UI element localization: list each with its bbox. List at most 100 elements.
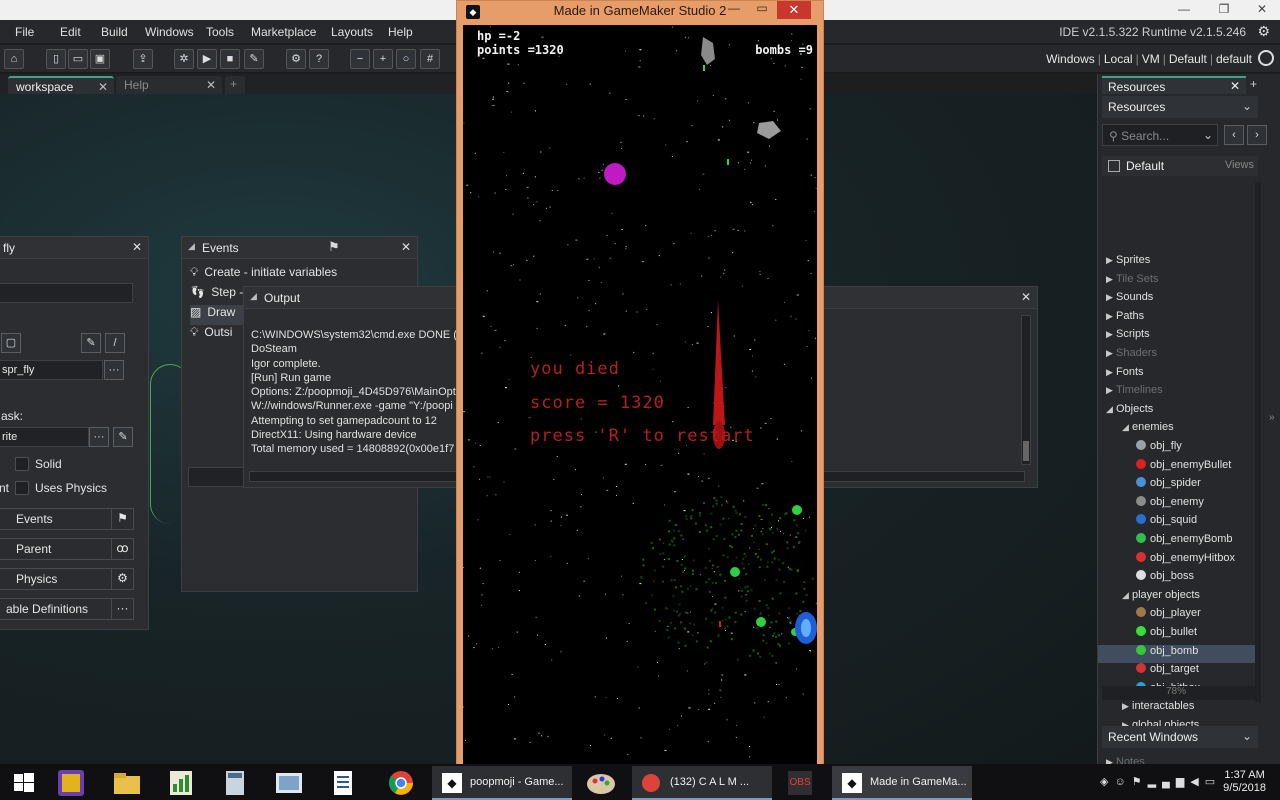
expand-arrow-icon[interactable]: ▶ [1106, 292, 1116, 303]
sprite-edit-icon[interactable]: ▢ [1, 333, 21, 353]
recent-windows-dropdown[interactable]: Recent Windows ⌄ [1102, 726, 1258, 748]
tree-item-obj-boss[interactable]: obj_boss [1098, 570, 1256, 588]
collapse-arrow-icon[interactable]: ◢ [1106, 404, 1116, 415]
add-tab-button[interactable]: + [1250, 77, 1257, 91]
mask-field[interactable]: rite [0, 427, 89, 447]
physics-button[interactable]: Physics ⚙ [0, 568, 134, 590]
open-project-icon[interactable]: ▭ [68, 49, 88, 69]
expand-arrow-icon[interactable]: ▶ [1122, 701, 1132, 712]
close-icon[interactable]: ✕ [98, 80, 108, 94]
clock[interactable]: 1:37 AM 9/5/2018 [1223, 769, 1266, 795]
target-device[interactable]: Default [1169, 52, 1207, 66]
sprite-field[interactable]: spr_fly [0, 360, 103, 380]
taskbar-gamemaker-ide[interactable]: ◆ poopmoji - Game... [432, 766, 572, 800]
new-tab-button[interactable]: + [225, 76, 245, 94]
mask-browse-button[interactable]: ··· [89, 427, 109, 447]
paint-icon[interactable] [578, 768, 622, 798]
home-icon[interactable]: ⌂ [4, 49, 24, 69]
expand-arrow-icon[interactable]: ▶ [1106, 367, 1116, 378]
gale-app-icon[interactable] [50, 768, 94, 798]
tab-workspace[interactable]: workspace ✕ [8, 76, 114, 94]
search-input[interactable]: ⚲ Search... ⌄ [1102, 124, 1218, 146]
scrollbar-thumb[interactable] [1023, 441, 1029, 461]
tree-item-obj-enemybomb[interactable]: obj_enemyBomb [1098, 533, 1256, 551]
tree-item-obj-spider[interactable]: obj_spider [1098, 477, 1256, 495]
flag-icon[interactable]: ⚑ [1132, 776, 1148, 788]
clean-icon[interactable]: ✎ [244, 49, 264, 69]
views-label[interactable]: Views [1225, 159, 1254, 171]
debug-icon[interactable]: ✲ [174, 49, 194, 69]
resources-tab[interactable]: Resources ✕ [1102, 76, 1246, 94]
vertical-scrollbar[interactable] [1021, 315, 1031, 465]
maximize-icon[interactable]: ▭ [749, 1, 775, 19]
flag-icon[interactable]: ⚑ [328, 239, 340, 255]
tree-item-sprites[interactable]: ▶ Sprites [1098, 254, 1256, 272]
event-create[interactable]: 💡︎ Create - initiate variables [190, 265, 412, 285]
help-icon[interactable]: ? [309, 49, 329, 69]
expand-arrow-icon[interactable]: ▶ [1106, 274, 1116, 285]
dropbox-icon[interactable]: ◈ [1100, 776, 1114, 788]
gear-icon[interactable]: ⚙ [1257, 23, 1270, 40]
target-location[interactable]: Local [1104, 52, 1133, 66]
menu-build[interactable]: Build [101, 25, 128, 39]
tree-item-objects[interactable]: ◢ Objects [1098, 403, 1256, 421]
expand-arrow-icon[interactable]: ▶ [1106, 385, 1116, 396]
chrome-icon[interactable] [378, 768, 422, 798]
close-icon[interactable]: ✕ [1230, 79, 1240, 93]
menu-file[interactable]: File [15, 25, 34, 39]
back-icon[interactable]: ‹ [1224, 125, 1244, 145]
target-config[interactable]: default [1216, 52, 1252, 66]
collapse-icon[interactable]: ◢ [250, 291, 257, 302]
tree-item-obj-squid[interactable]: obj_squid [1098, 514, 1256, 532]
menu-tools[interactable]: Tools [206, 25, 234, 39]
forward-icon[interactable]: › [1247, 125, 1267, 145]
minimize-icon[interactable]: — [721, 1, 747, 19]
network-icon[interactable]: ▂▄▆ [1148, 776, 1191, 788]
calculator-icon[interactable] [212, 768, 256, 798]
create-executable-icon[interactable]: ⇪ [133, 49, 153, 69]
target-selector[interactable]: Windows | Local | VM | Default | default [1046, 52, 1252, 66]
tree-item-timelines[interactable]: ▶ Timelines [1098, 384, 1256, 402]
tree-item-paths[interactable]: ▶ Paths [1098, 310, 1256, 328]
system-tray[interactable]: ◈☺⚑▂▄▆◀▭ [1100, 775, 1221, 788]
tree-item-fonts[interactable]: ▶ Fonts [1098, 366, 1256, 384]
discord-icon[interactable]: ☺ [1114, 776, 1131, 788]
tree-item-player-objects[interactable]: ◢ player objects [1098, 589, 1256, 607]
resource-group-header[interactable]: Default Views [1102, 156, 1258, 176]
tree-item-interactables[interactable]: ▶ interactables [1098, 700, 1256, 718]
run-icon[interactable]: ▶ [197, 49, 217, 69]
stop-icon[interactable]: ■ [220, 49, 240, 69]
chevron-down-icon[interactable]: ⌄ [1203, 128, 1213, 142]
settings-icon[interactable]: ⚙ [286, 49, 306, 69]
grid-icon[interactable]: # [420, 49, 440, 69]
game-canvas[interactable]: hp =-2 points =1320 bombs =9 you died sc… [463, 25, 817, 765]
expand-arrow-icon[interactable]: ▶ [1106, 255, 1116, 266]
menu-windows[interactable]: Windows [145, 25, 194, 39]
tree-item-obj-bomb[interactable]: obj_bomb [1098, 644, 1256, 663]
maximize-icon[interactable]: ❐ [1210, 0, 1238, 20]
minimize-icon[interactable]: — [1170, 0, 1198, 20]
close-icon[interactable]: ✕ [206, 78, 216, 92]
target-icon[interactable] [1258, 50, 1274, 66]
menu-layouts[interactable]: Layouts [331, 25, 373, 39]
expand-arrow-icon[interactable]: ▶ [1106, 311, 1116, 322]
message-icon[interactable]: ▭ [1205, 776, 1221, 788]
close-icon[interactable]: ✕ [1248, 0, 1276, 20]
save-icon[interactable]: ▣ [90, 49, 110, 69]
tree-item-shaders[interactable]: ▶ Shaders [1098, 347, 1256, 365]
parent-button[interactable]: Parent ꝏ [0, 538, 134, 560]
close-icon[interactable]: ✕ [401, 240, 411, 254]
zoom-reset-icon[interactable]: ○ [396, 49, 416, 69]
variable-definitions-button[interactable]: able Definitions ··· [0, 598, 134, 620]
zoom-out-icon[interactable]: − [350, 49, 370, 69]
tree-item-sounds[interactable]: ▶ Sounds [1098, 291, 1256, 309]
new-project-icon[interactable]: ▯ [46, 49, 66, 69]
obs-icon[interactable]: OBS [780, 768, 820, 798]
events-button[interactable]: Events ⚑ [0, 508, 134, 530]
target-output[interactable]: VM [1142, 52, 1160, 66]
taskbar-chrome-window[interactable]: (132) C A L M ... [632, 766, 772, 800]
tree-item-obj-player[interactable]: obj_player [1098, 607, 1256, 625]
tree-item-obj-enemybullet[interactable]: obj_enemyBullet [1098, 458, 1256, 477]
menu-marketplace[interactable]: Marketplace [251, 25, 316, 39]
tab-help[interactable]: Help ✕ [116, 76, 222, 94]
